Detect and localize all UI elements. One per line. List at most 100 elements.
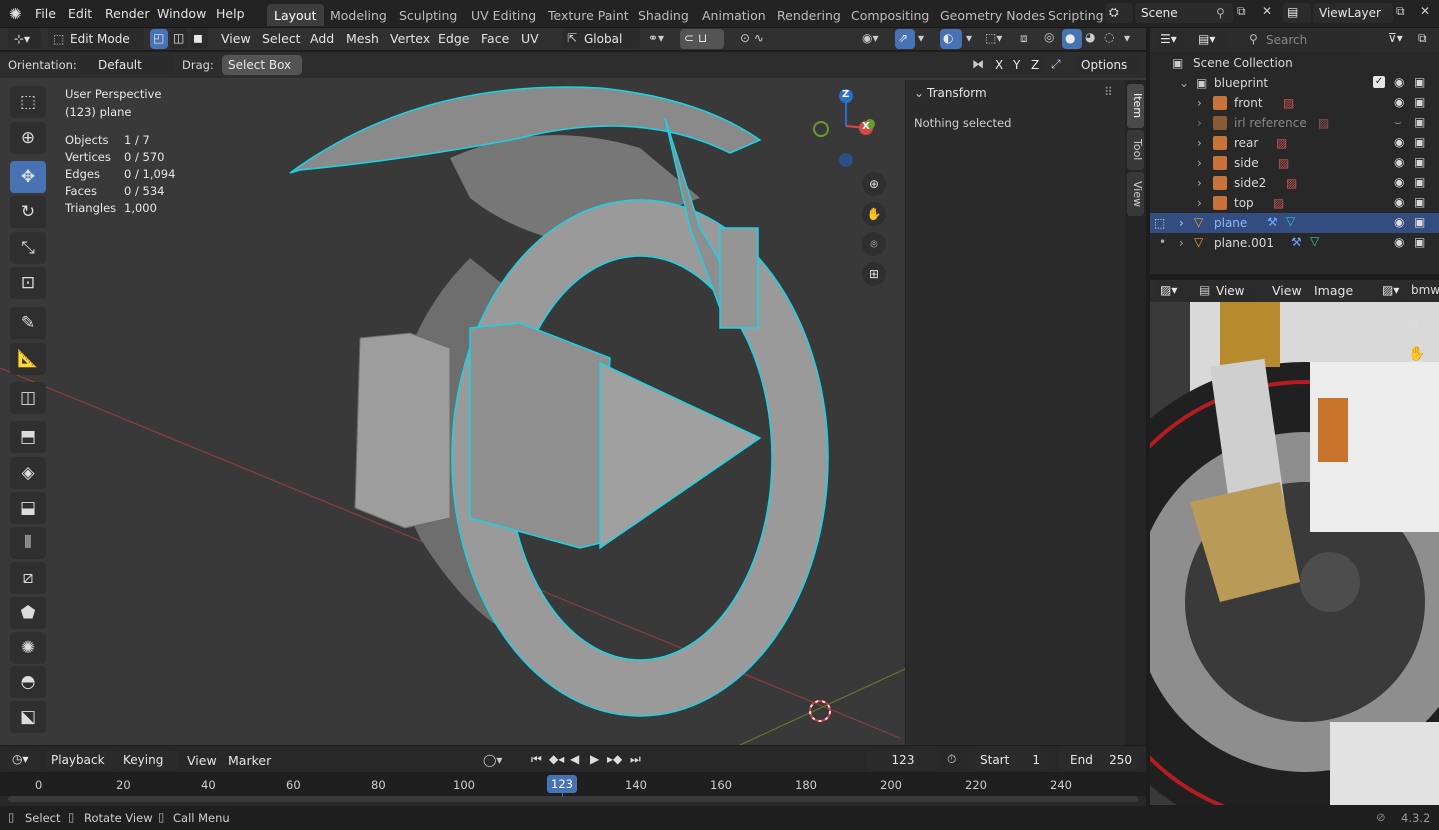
- menu-add[interactable]: Add: [310, 31, 334, 46]
- spin-tool-icon[interactable]: ✺: [10, 632, 46, 664]
- start-frame-field[interactable]: Start 1: [968, 750, 1048, 770]
- cursor-tool-icon[interactable]: ⊕: [10, 122, 46, 154]
- playback-dropdown[interactable]: Playback: [45, 750, 115, 770]
- collapse-chevron-icon[interactable]: ⌄: [914, 86, 924, 100]
- expand-chevron-icon[interactable]: ›: [1179, 216, 1184, 230]
- mirror-x-toggle[interactable]: X: [991, 55, 1009, 75]
- menu-uv[interactable]: UV: [521, 31, 539, 46]
- vertex-select-icon[interactable]: ◰: [150, 29, 168, 49]
- scene-selector-icon[interactable]: ⛭: [1105, 3, 1133, 23]
- outliner-row-plane-001[interactable]: • › ▽ plane.001 ⚒ ▽ ◉ ▣: [1150, 233, 1439, 253]
- eye-icon[interactable]: ◉: [1394, 75, 1404, 89]
- menu-marker[interactable]: Marker: [228, 753, 271, 768]
- solid-shading-icon[interactable]: ●: [1062, 29, 1082, 49]
- workspace-tab-sculpting[interactable]: Sculpting: [392, 4, 464, 26]
- auto-merge-icon[interactable]: ⤢: [1051, 57, 1061, 72]
- current-frame-field[interactable]: 123: [866, 750, 940, 770]
- eye-icon[interactable]: ◉: [1394, 155, 1404, 169]
- extrude-tool-icon[interactable]: ⬒: [10, 421, 46, 453]
- mesh-edit-overlay-icon[interactable]: ⬚▾: [985, 31, 1002, 45]
- eye-icon[interactable]: ◉: [1394, 95, 1404, 109]
- camera-icon[interactable]: ▣: [1414, 115, 1425, 129]
- new-view-layer-icon[interactable]: ⧉: [1396, 4, 1405, 19]
- expand-chevron-icon[interactable]: ›: [1197, 196, 1202, 210]
- smooth-tool-icon[interactable]: ◓: [10, 666, 46, 698]
- view-layer-selector-icon[interactable]: ▤: [1283, 3, 1311, 23]
- eye-icon[interactable]: ◉: [1394, 235, 1404, 249]
- timeline-editor-type-icon[interactable]: ◷▾: [8, 750, 40, 770]
- auto-keying-icon[interactable]: ◯▾: [483, 753, 502, 767]
- select-box-tool-icon[interactable]: ⬚: [10, 86, 46, 118]
- workspace-tab-scripting[interactable]: Scripting: [1041, 4, 1111, 26]
- gizmo-x-label[interactable]: X: [862, 121, 870, 132]
- workspace-tab-texture-paint[interactable]: Texture Paint: [541, 4, 636, 26]
- snap-toggle-icon[interactable]: ⊂ ⊔: [680, 29, 724, 49]
- loop-cut-tool-icon[interactable]: ⫴: [10, 527, 46, 559]
- tab-item[interactable]: Item: [1127, 84, 1144, 128]
- workspace-tab-geometry-nodes[interactable]: Geometry Nodes: [933, 4, 1052, 26]
- jump-start-icon[interactable]: ⏮: [531, 752, 542, 767]
- overlay-toggle-icon[interactable]: ◐: [940, 29, 962, 49]
- outliner-row-blueprint[interactable]: ⌄ ▣ blueprint ✓ ◉ ▣: [1150, 73, 1439, 93]
- annotate-tool-icon[interactable]: ✎: [10, 307, 46, 339]
- move-tool-icon[interactable]: ✥: [10, 161, 46, 193]
- menu-window[interactable]: Window: [157, 6, 206, 21]
- gizmo-dropdown-icon[interactable]: ▾: [918, 31, 924, 45]
- camera-icon[interactable]: ▣: [1414, 195, 1425, 209]
- menu-vertex[interactable]: Vertex: [390, 31, 430, 46]
- tab-view[interactable]: View: [1127, 172, 1144, 216]
- pin-icon[interactable]: ⚲: [1216, 6, 1225, 20]
- drag-handle-icon[interactable]: ⠿: [1104, 85, 1113, 99]
- keying-dropdown[interactable]: Keying: [117, 750, 177, 770]
- camera-icon[interactable]: ▣: [1414, 235, 1425, 249]
- workspace-tab-layout[interactable]: Layout: [267, 4, 324, 26]
- shear-tool-icon[interactable]: ⬕: [10, 701, 46, 733]
- blender-logo-icon[interactable]: ✺: [9, 5, 22, 23]
- outliner-row-plane[interactable]: ⬚ › ▽ plane ⚒ ▽ ◉ ▣: [1150, 213, 1439, 233]
- overlay-dropdown-icon[interactable]: ▾: [966, 31, 972, 45]
- menu-render[interactable]: Render: [105, 6, 150, 21]
- expand-chevron-icon[interactable]: ›: [1197, 116, 1202, 130]
- camera-view-icon[interactable]: ⌾: [862, 232, 886, 256]
- outliner-row-side[interactable]: › side ▨ ◉ ▣: [1150, 153, 1439, 173]
- network-disabled-icon[interactable]: ⊘: [1376, 810, 1386, 824]
- expand-chevron-icon[interactable]: ›: [1197, 96, 1202, 110]
- eye-icon[interactable]: ◉: [1394, 215, 1404, 229]
- camera-icon[interactable]: ▣: [1414, 75, 1425, 89]
- drag-dropdown[interactable]: Select Box: [222, 55, 302, 75]
- visibility-icon[interactable]: ◉▾: [862, 31, 879, 45]
- edge-select-icon[interactable]: ◫: [170, 29, 188, 49]
- eye-icon[interactable]: ◉: [1394, 175, 1404, 189]
- workspace-tab-modeling[interactable]: Modeling: [323, 4, 394, 26]
- material-shading-icon[interactable]: ◕: [1085, 30, 1095, 44]
- scale-tool-icon[interactable]: ⤡: [10, 232, 46, 264]
- shading-dropdown-icon[interactable]: ▾: [1124, 31, 1130, 45]
- pan-hand-icon[interactable]: ✋: [862, 202, 886, 226]
- workspace-tab-shading[interactable]: Shading: [631, 4, 696, 26]
- view-layer-name-field[interactable]: ViewLayer: [1313, 3, 1393, 23]
- face-select-icon[interactable]: ◼: [190, 29, 208, 49]
- end-frame-field[interactable]: End 250: [1058, 750, 1140, 770]
- menu-select[interactable]: Select: [262, 31, 301, 46]
- camera-icon[interactable]: ▣: [1414, 175, 1425, 189]
- bevel-tool-icon[interactable]: ⬓: [10, 492, 46, 524]
- wireframe-shading-icon[interactable]: ◎: [1044, 30, 1054, 44]
- camera-icon[interactable]: ▣: [1414, 135, 1425, 149]
- display-mode-icon[interactable]: ▤▾: [1194, 30, 1228, 50]
- expand-chevron-icon[interactable]: ›: [1197, 156, 1202, 170]
- menu-image-view[interactable]: View: [1272, 283, 1302, 298]
- perspective-toggle-icon[interactable]: ⊞: [862, 262, 886, 286]
- workspace-tab-uv-editing[interactable]: UV Editing: [464, 4, 543, 26]
- menu-face[interactable]: Face: [481, 31, 509, 46]
- outliner-search-input[interactable]: Search: [1242, 30, 1361, 50]
- outliner-row-irl-reference[interactable]: › irl reference ▨ ⌣ ▣: [1150, 113, 1439, 133]
- outliner-editor-type-icon[interactable]: ☰▾: [1156, 30, 1190, 50]
- mirror-y-toggle[interactable]: Y: [1009, 55, 1027, 75]
- outliner-row-front[interactable]: › front ▨ ◉ ▣: [1150, 93, 1439, 113]
- menu-timeline-view[interactable]: View: [187, 753, 217, 768]
- play-icon[interactable]: ▶: [590, 752, 599, 766]
- inset-tool-icon[interactable]: ◈: [10, 457, 46, 489]
- poly-build-tool-icon[interactable]: ⬟: [10, 597, 46, 629]
- timeline-scrollbar[interactable]: [8, 796, 1138, 802]
- outliner-row-side2[interactable]: › side2 ▨ ◉ ▣: [1150, 173, 1439, 193]
